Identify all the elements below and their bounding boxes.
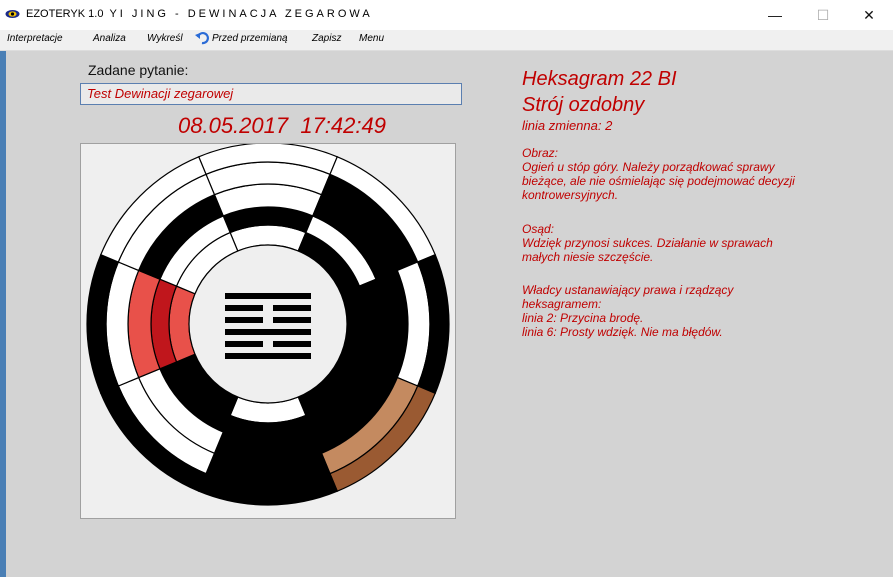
question-input[interactable]: Test Dewinacji zegarowej — [80, 83, 462, 105]
close-button[interactable]: ✕ — [846, 0, 892, 30]
hexagram-line — [225, 317, 263, 323]
menu-menu[interactable]: Menu — [359, 33, 384, 44]
hexagram-title: Heksagram 22 BI — [522, 68, 677, 90]
menu-zapisz[interactable]: Zapisz — [312, 33, 341, 44]
title-bar: EZOTERYK 1.0 YI JING - DEWINACJA ZEGAROWA… — [0, 0, 893, 30]
image-text-line: bieżące, ale nie ośmielając się podejmow… — [522, 174, 795, 188]
menu-interpretacje[interactable]: Interpretacje — [7, 33, 63, 44]
judgement-text-line: małych niesie szczęście. — [522, 250, 654, 264]
hexagram-line — [273, 305, 311, 311]
judgement-section: Osąd: Wdzięk przynosi sukces. Działanie … — [522, 222, 773, 264]
judgement-label: Osąd: — [522, 222, 555, 236]
changing-line: linia zmienna: 2 — [522, 118, 613, 133]
hexagram-name: Strój ozdobny — [522, 94, 645, 116]
wheel-center — [188, 244, 348, 404]
menu-przed-przemiana[interactable]: Przed przemianą — [212, 33, 288, 44]
datetime-display: 08.05.2017 17:42:49 — [178, 113, 386, 138]
clock-divination-chart — [80, 143, 456, 519]
image-label: Obraz: — [522, 146, 559, 160]
menu-bar: Interpretacje Analiza Wykreśl Przed prze… — [0, 30, 893, 51]
judgement-text-line: Wdzięk przynosi sukces. Działanie w spra… — [522, 236, 773, 250]
image-text-line: kontrowersyjnych. — [522, 188, 619, 202]
hexagram-wheel — [86, 144, 450, 506]
rulers-text-line: linia 2: Przycina brodę. — [522, 311, 644, 325]
rulers-section: Władcy ustanawiający prawa i rządzący he… — [522, 283, 733, 339]
rulers-text-line: heksagramem: — [522, 297, 602, 311]
hexagram-line — [225, 353, 311, 359]
maximize-button[interactable]: ☐ — [800, 0, 846, 30]
app-subtitle: YI JING - DEWINACJA ZEGAROWA — [109, 8, 373, 20]
hexagram-line — [273, 341, 311, 347]
hexagram-line — [273, 317, 311, 323]
menu-analiza[interactable]: Analiza — [93, 33, 126, 44]
hexagram-line — [225, 329, 311, 335]
rulers-text-line: Władcy ustanawiający prawa i rządzący — [522, 283, 734, 297]
image-text-line: Ogień u stóp góry. Należy porządkować sp… — [522, 160, 775, 174]
menu-wykresl[interactable]: Wykreśl — [147, 33, 183, 44]
rulers-text-line: linia 6: Prosty wdzięk. Nie ma błędów. — [522, 325, 723, 339]
question-label: Zadane pytanie: — [88, 62, 189, 78]
undo-arrow-icon[interactable] — [195, 31, 209, 45]
hexagram-line — [225, 293, 311, 299]
hexagram-line — [225, 305, 263, 311]
minimize-button[interactable]: — — [752, 0, 798, 30]
app-name: EZOTERYK 1.0 — [26, 8, 104, 20]
hexagram-line — [225, 341, 263, 347]
image-section: Obraz: Ogień u stóp góry. Należy porządk… — [522, 146, 795, 202]
app-logo-icon — [5, 10, 20, 18]
window-title: EZOTERYK 1.0 YI JING - DEWINACJA ZEGAROWA — [26, 8, 373, 20]
